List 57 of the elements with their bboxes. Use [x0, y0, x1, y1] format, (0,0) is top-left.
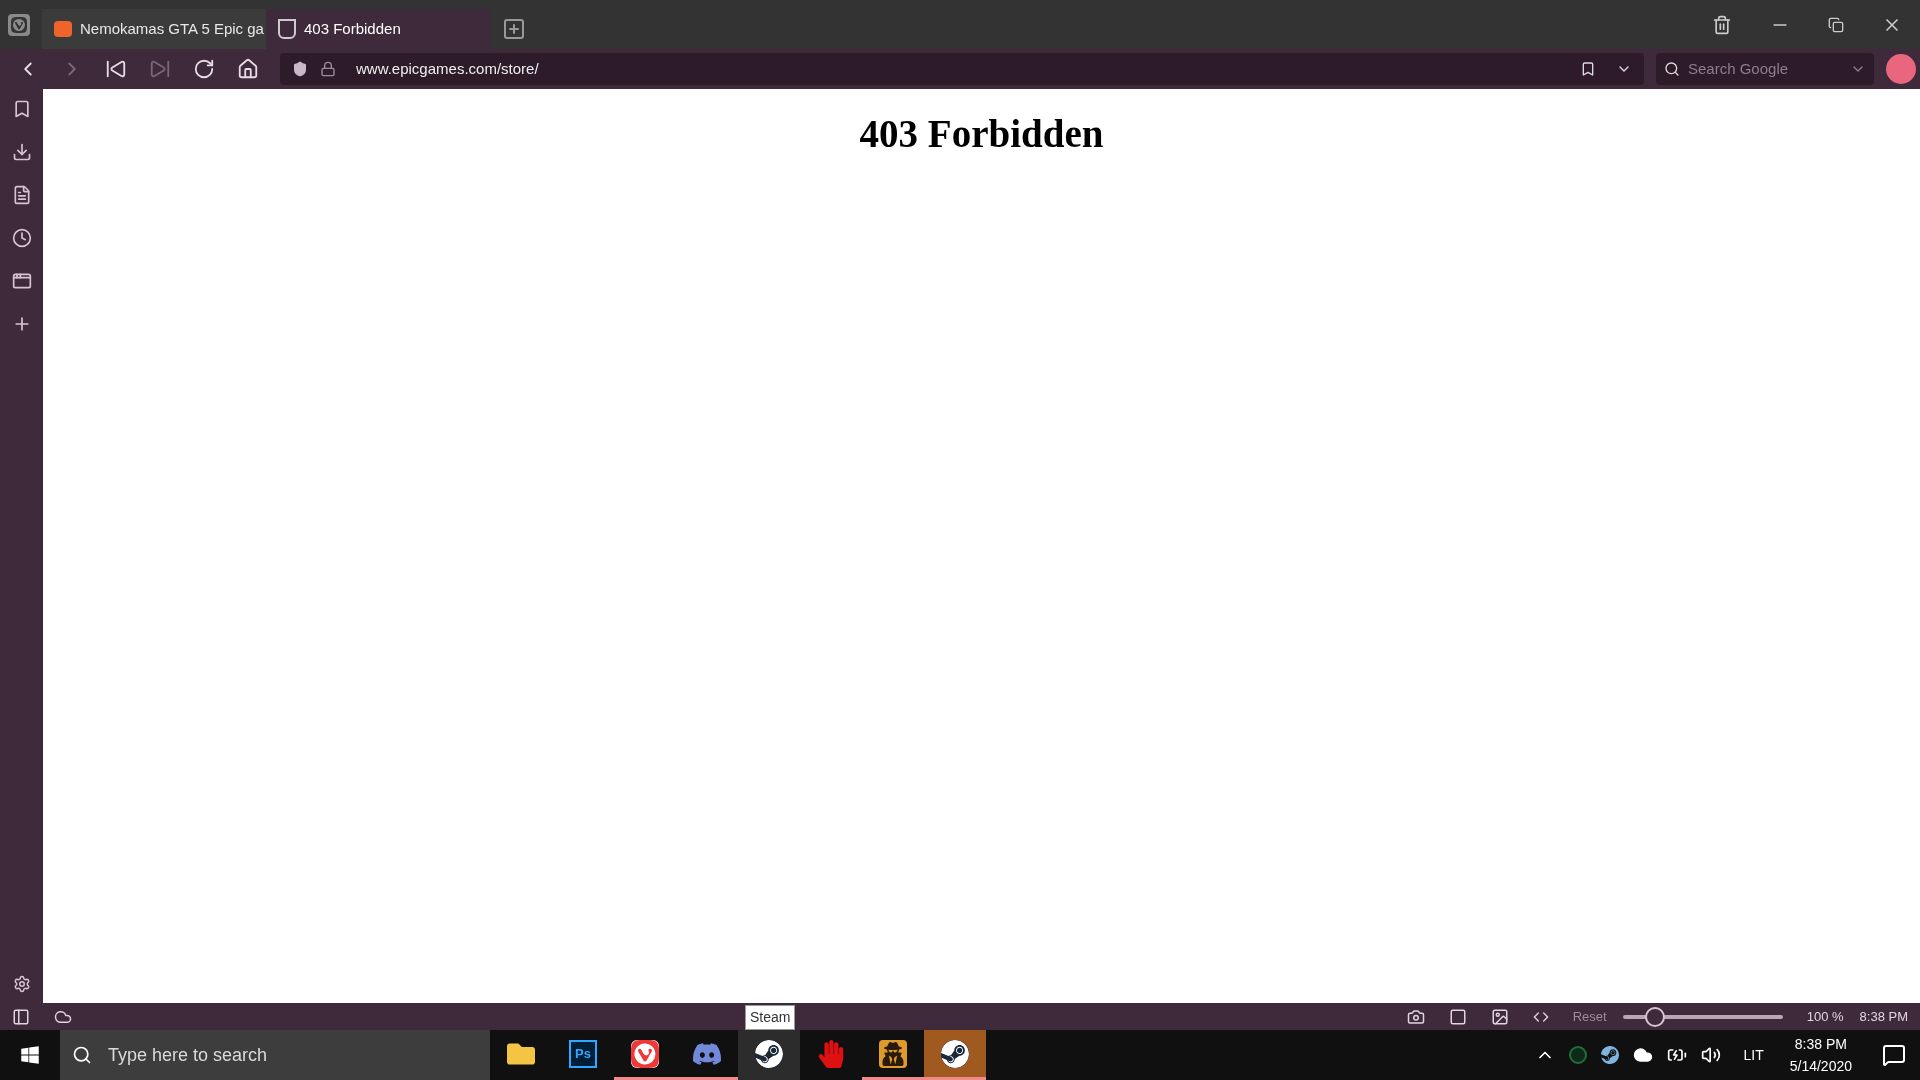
taskbar-search-bar[interactable]: Type here to search [60, 1030, 490, 1080]
slider-thumb[interactable] [1644, 1006, 1665, 1027]
window-icon[interactable] [11, 271, 32, 291]
clock-icon[interactable] [11, 228, 32, 248]
steam-tray-icon[interactable] [1601, 1046, 1620, 1064]
trash-icon[interactable] [1712, 14, 1732, 35]
bookmark-icon[interactable] [1580, 61, 1596, 77]
zoom-reading: 100 % [1806, 1007, 1844, 1026]
lock-icon [320, 61, 336, 77]
new-tab-icon[interactable] [502, 17, 526, 41]
camera-icon[interactable] [1406, 1007, 1425, 1026]
restore-icon[interactable] [1828, 16, 1844, 33]
tab-title: Nemokamas GTA 5 Epic ga [80, 18, 264, 39]
steam-logo [755, 1039, 783, 1068]
steam-logo [941, 1039, 969, 1068]
image-icon[interactable] [1490, 1007, 1509, 1026]
tab-title: 403 Forbidden [304, 18, 401, 39]
browser-tab[interactable]: 403 Forbidden [266, 9, 490, 49]
windows-start-icon[interactable] [20, 1045, 40, 1065]
status-clock: 8:38 PM [1859, 1007, 1908, 1026]
reset-button[interactable]: Reset [1572, 1006, 1607, 1027]
search-icon [1664, 61, 1680, 77]
url-text: www.epicgames.com/store/ [356, 58, 539, 79]
circle-tray-icon[interactable] [1569, 1046, 1588, 1064]
notifications-icon[interactable] [1882, 1043, 1906, 1067]
download-icon[interactable] [11, 142, 32, 162]
reload-icon[interactable] [193, 58, 215, 80]
vivaldi-logo [631, 1039, 659, 1068]
vivaldi-menu-button[interactable] [8, 13, 30, 36]
rewind-icon[interactable] [105, 58, 127, 80]
hand-icon [817, 1039, 845, 1068]
browser-tab[interactable]: Nemokamas GTA 5 Epic ga [42, 9, 266, 49]
tooltip: Steam [745, 1005, 796, 1030]
home-icon[interactable] [237, 58, 259, 80]
taskbar-app-button[interactable] [738, 1030, 800, 1080]
clock-time[interactable]: 8:38 PM [1794, 1033, 1847, 1055]
panel-toggle-icon[interactable] [12, 1007, 30, 1026]
cloud-icon[interactable] [1633, 1045, 1654, 1065]
search-input[interactable]: Type here to search [108, 1041, 478, 1069]
photoshop-logo: Ps [569, 1039, 597, 1068]
search-bar[interactable]: Search Google [1656, 53, 1874, 85]
search-icon [72, 1045, 92, 1065]
window-icon[interactable] [1448, 1007, 1467, 1026]
page-heading: 403 Forbidden [859, 111, 1104, 157]
clock-date[interactable]: 5/14/2020 [1789, 1055, 1852, 1077]
volume-icon[interactable] [1701, 1045, 1722, 1065]
settings-icon[interactable] [12, 975, 31, 993]
favicon-icon [278, 19, 296, 39]
taskbar-app-button[interactable]: Ps [552, 1030, 614, 1080]
search-input[interactable]: Search Google [1688, 57, 1842, 81]
zoom-slider[interactable] [1622, 1006, 1783, 1027]
taskbar-app-button[interactable] [924, 1030, 986, 1080]
address-field[interactable]: www.epicgames.com/store/ [280, 53, 1644, 85]
profile-avatar[interactable] [1886, 54, 1916, 84]
language-indicator[interactable]: LIT [1743, 1044, 1764, 1066]
shield-icon [292, 61, 308, 77]
favicon-icon [54, 21, 72, 37]
